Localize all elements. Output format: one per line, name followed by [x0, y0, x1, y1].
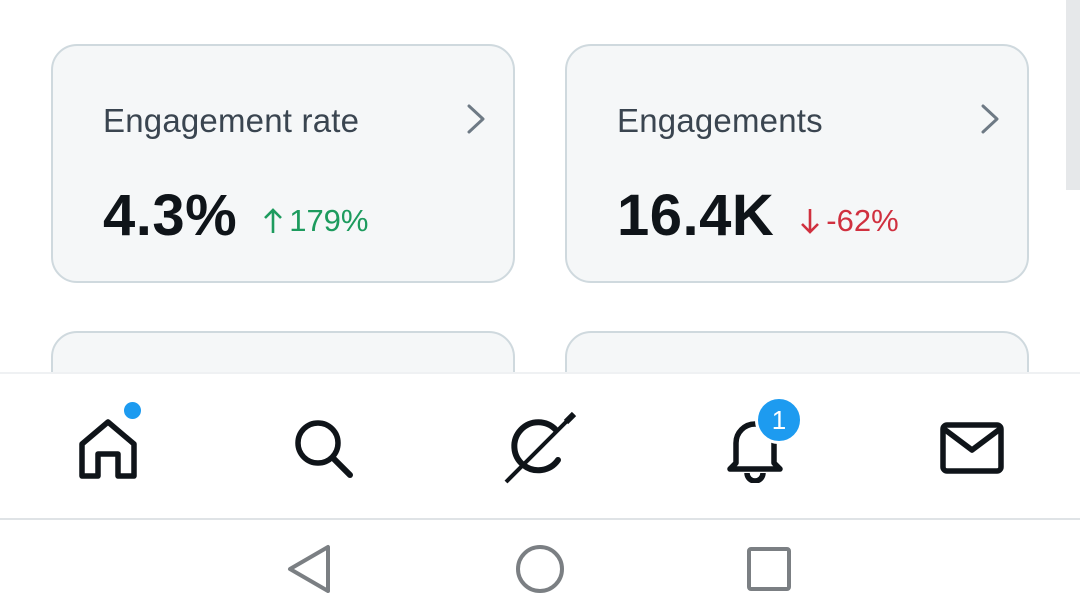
chevron-right-icon — [467, 104, 485, 134]
grok-icon — [504, 411, 577, 484]
engagement-rate-card[interactable]: Engagement rate 4.3% 179% — [51, 44, 515, 283]
metric-delta: -62% — [800, 203, 899, 239]
recents-icon — [747, 547, 791, 591]
metric-row: 4.3% 179% — [103, 182, 369, 249]
nav-grok[interactable] — [500, 408, 580, 488]
home-icon — [79, 419, 137, 479]
nav-messages[interactable] — [932, 408, 1012, 488]
chevron-right-icon — [981, 104, 999, 134]
metric-delta: 179% — [263, 203, 369, 239]
bottom-navigation: 1 — [0, 372, 1080, 520]
mail-icon — [940, 422, 1004, 474]
nav-search[interactable] — [283, 408, 363, 488]
arrow-up-icon — [264, 208, 283, 233]
back-icon — [288, 545, 330, 593]
search-icon — [295, 420, 353, 478]
card-title: Engagement rate — [103, 102, 360, 139]
system-navigation-bar — [0, 520, 1080, 608]
engagements-card[interactable]: Engagements 16.4K -62% — [565, 44, 1029, 283]
delta-value: 179% — [289, 203, 369, 238]
notification-badge: 1 — [755, 396, 803, 444]
metric-card-partial[interactable] — [51, 331, 515, 372]
metric-value: 4.3% — [103, 183, 238, 248]
metric-row: 16.4K -62% — [617, 182, 899, 249]
system-back-button[interactable] — [274, 534, 344, 604]
card-title: Engagements — [617, 102, 823, 139]
metric-card-partial[interactable] — [565, 331, 1029, 372]
nav-notifications[interactable]: 1 — [715, 396, 803, 488]
analytics-content: Engagement rate 4.3% 179% Engagements 16… — [0, 0, 1080, 372]
scrollbar[interactable] — [1066, 0, 1080, 190]
home-circle-icon — [516, 545, 564, 593]
arrow-down-icon — [801, 209, 820, 234]
metric-value: 16.4K — [617, 183, 775, 248]
nav-home[interactable] — [68, 400, 148, 488]
system-recents-button[interactable] — [734, 534, 804, 604]
new-content-dot — [122, 400, 143, 421]
system-home-button[interactable] — [505, 534, 575, 604]
delta-value: -62% — [826, 203, 899, 238]
